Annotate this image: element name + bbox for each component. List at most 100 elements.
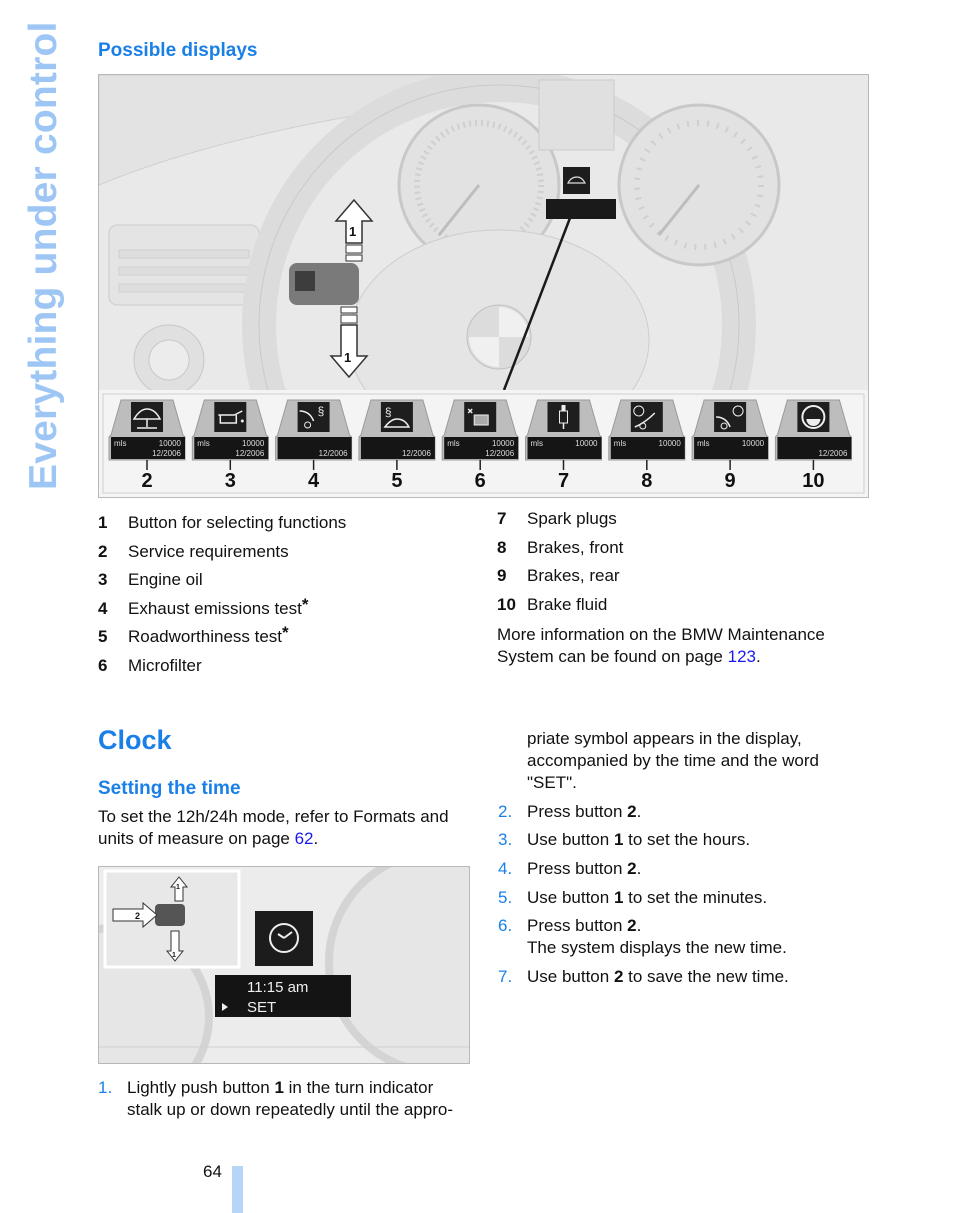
legend-item: 2 Service requirements bbox=[98, 538, 289, 562]
step-number: 2. bbox=[498, 802, 513, 821]
tile-date: 12/2006 bbox=[485, 449, 514, 458]
tile-callout-number: 9 bbox=[725, 470, 736, 492]
step-text: . bbox=[636, 802, 642, 821]
tile-mileage: 10000 bbox=[659, 439, 682, 448]
step-text-line: Press button 2. bbox=[527, 858, 641, 880]
tile-date: 12/2006 bbox=[818, 449, 847, 458]
step-text-line: Use button 1 to set the minutes. bbox=[527, 887, 767, 909]
step-text: . bbox=[636, 859, 642, 878]
legend-text: Brake fluid bbox=[527, 594, 608, 614]
legend-number: 7 bbox=[497, 509, 507, 528]
button-ref: 1 bbox=[274, 1078, 284, 1097]
possible-displays-heading: Possible displays bbox=[98, 40, 258, 61]
optional-equipment-star: * bbox=[282, 623, 289, 643]
step-text: . bbox=[636, 916, 642, 935]
more-info-period: . bbox=[755, 647, 761, 666]
legend-number: 8 bbox=[497, 537, 507, 557]
step-number: 1. bbox=[98, 1078, 113, 1097]
legend-text: Brakes, rear bbox=[527, 566, 620, 586]
step-text: priate symbol appears in the display, bbox=[527, 729, 802, 748]
button-ref: 2 bbox=[613, 967, 624, 986]
legend-number: 5 bbox=[98, 627, 108, 647]
time-value: 11:15 am bbox=[247, 979, 308, 996]
step-text-line: Use button 2 to save the new time. bbox=[527, 966, 789, 988]
step-text: Press button bbox=[527, 916, 628, 935]
clock-intro-text: units of measure on page bbox=[98, 829, 295, 848]
step-text: in the turn indicator bbox=[283, 1078, 434, 1097]
tile-unit: mls bbox=[197, 439, 209, 448]
step-text: to set the hours. bbox=[623, 830, 751, 849]
step-text-line: stalk up or down repeatedly until the ap… bbox=[127, 1099, 453, 1121]
legend-text: Roadworthiness test bbox=[128, 627, 283, 647]
legend-text: Service requirements bbox=[128, 541, 289, 561]
tile-date: 12/2006 bbox=[319, 449, 348, 458]
legend-number: 1 bbox=[98, 513, 108, 532]
optional-equipment-star: * bbox=[301, 594, 309, 614]
step-text-line: Press button 2. bbox=[527, 801, 641, 823]
step-text: Use button bbox=[527, 967, 614, 986]
step-number: 6. bbox=[498, 916, 513, 935]
legend-text: Engine oil bbox=[128, 570, 203, 590]
more-info-line2: System can be found on page 123. bbox=[497, 646, 825, 668]
step-text: to set the minutes. bbox=[623, 888, 768, 907]
svg-text:§: § bbox=[318, 404, 325, 418]
legend-number: 2 bbox=[98, 541, 108, 561]
tile-date: 12/2006 bbox=[402, 449, 431, 458]
callout-label-up: 1 bbox=[349, 224, 356, 239]
step-text: to save the new time. bbox=[623, 967, 789, 986]
legend-item: 7 Spark plugs bbox=[497, 509, 617, 529]
step-text: Press button bbox=[527, 859, 628, 878]
step-text: "SET". bbox=[527, 773, 577, 792]
button-ref: 1 bbox=[613, 830, 624, 849]
button-ref: 2 bbox=[627, 916, 637, 935]
legend-item: 10 Brake fluid bbox=[497, 595, 607, 615]
tile-unit: mls bbox=[447, 439, 459, 448]
legend-number: 6 bbox=[98, 656, 108, 675]
step-text-line: priate symbol appears in the display, bbox=[527, 728, 802, 750]
tile-mileage: 10000 bbox=[742, 439, 765, 448]
tile-callout-number: 7 bbox=[558, 470, 569, 492]
tile-callout-number: 6 bbox=[475, 470, 486, 492]
clock-intro-line1: To set the 12h/24h mode, refer to Format… bbox=[98, 807, 449, 826]
step-number: 3. bbox=[498, 830, 513, 849]
legend-number: 10 bbox=[497, 594, 516, 614]
legend-item: 4 Exhaust emissions test* bbox=[98, 595, 308, 619]
clock-display-icon-box bbox=[255, 911, 313, 966]
more-info-paragraph: More information on the BMW Maintenance … bbox=[497, 624, 825, 668]
legend-number: 9 bbox=[497, 566, 507, 586]
svg-text:§: § bbox=[385, 405, 392, 419]
page-62-link[interactable]: 62 bbox=[295, 829, 314, 848]
tile-unit: mls bbox=[114, 439, 126, 448]
legend-number: 3 bbox=[98, 570, 108, 590]
tile-callout-number: 8 bbox=[641, 470, 652, 492]
tile-callout-number: 2 bbox=[141, 470, 152, 492]
clock-illustration: 2 1 1 11:15 am SET bbox=[99, 867, 469, 1063]
tile-date: 12/2006 bbox=[152, 449, 181, 458]
step-text: Use button bbox=[527, 830, 614, 849]
legend-text: Button for selecting functions bbox=[128, 513, 347, 532]
tile-mileage: 10000 bbox=[242, 439, 265, 448]
step-text-line: Lightly push button 1 in the turn indica… bbox=[127, 1077, 433, 1099]
chapter-side-title: Everything under control bbox=[22, 21, 65, 490]
callout-label-2: 2 bbox=[135, 911, 140, 921]
tile-mileage: 10000 bbox=[575, 439, 598, 448]
legend-item: 6 Microfilter bbox=[98, 652, 202, 676]
step-text-line: "SET". bbox=[527, 772, 577, 794]
tile-callout-number: 5 bbox=[391, 470, 402, 492]
clock-figure: 2 1 1 11:15 am SET bbox=[98, 866, 470, 1064]
step-text: accompanied by the time and the word bbox=[527, 751, 820, 770]
step-number: 7. bbox=[498, 967, 513, 986]
tile-date: 12/2006 bbox=[235, 449, 264, 458]
set-label: SET bbox=[247, 999, 276, 1016]
legend-number: 4 bbox=[98, 598, 108, 618]
callout-label-1-down: 1 bbox=[172, 952, 176, 959]
tile-mileage: 10000 bbox=[159, 439, 182, 448]
button-ref: 1 bbox=[613, 888, 624, 907]
step-text-line: accompanied by the time and the word bbox=[527, 750, 819, 772]
page-123-link[interactable]: 123 bbox=[728, 647, 756, 666]
tile-callout-number: 3 bbox=[225, 470, 236, 492]
more-info-text: System can be found on page bbox=[497, 647, 728, 666]
step-text: Lightly push button bbox=[127, 1078, 275, 1097]
legend-item: 3 Engine oil bbox=[98, 566, 203, 590]
legend-text: Exhaust emissions test bbox=[128, 598, 302, 618]
